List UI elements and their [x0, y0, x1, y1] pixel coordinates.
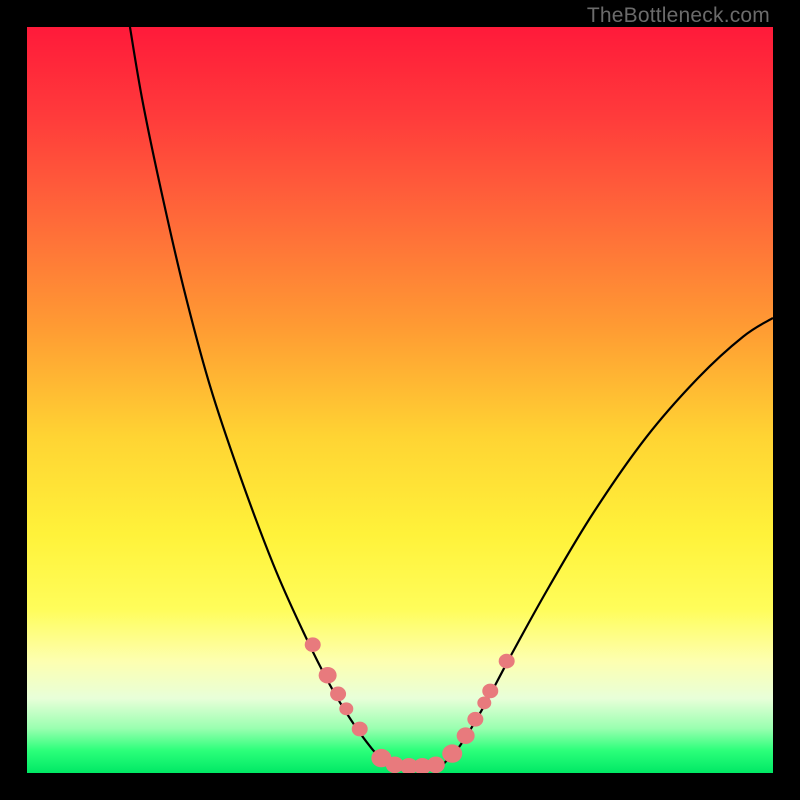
- highlight-dot: [352, 722, 368, 737]
- highlight-dot: [499, 654, 515, 669]
- highlight-dot: [482, 684, 498, 699]
- highlight-dot: [467, 712, 483, 727]
- highlight-dot: [442, 744, 462, 762]
- highlight-dot: [330, 687, 346, 702]
- left-curve: [130, 27, 387, 764]
- highlight-dot: [457, 727, 475, 744]
- highlight-dot: [477, 696, 491, 709]
- highlight-dot: [339, 702, 353, 715]
- chart-svg: [27, 27, 773, 773]
- highlight-dot: [305, 637, 321, 652]
- watermark-text: TheBottleneck.com: [587, 4, 770, 28]
- highlight-dot: [319, 667, 337, 684]
- highlight-dots: [305, 637, 515, 773]
- highlight-dot: [427, 757, 445, 773]
- plot-area: [27, 27, 773, 773]
- chart-stage: TheBottleneck.com: [0, 0, 800, 800]
